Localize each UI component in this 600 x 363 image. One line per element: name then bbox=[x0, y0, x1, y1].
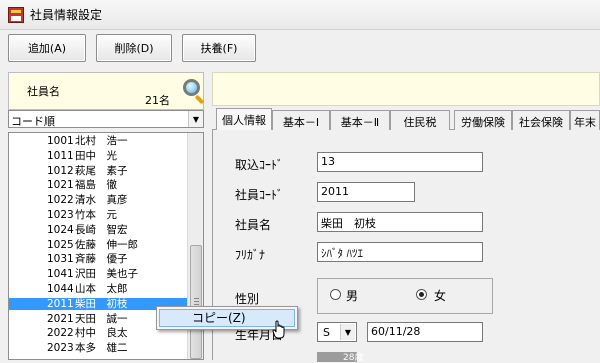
import-code-label: 取込ｺｰﾄﾞ bbox=[235, 158, 284, 172]
tab-year-end[interactable]: 年末 bbox=[570, 110, 600, 130]
employee-code-label: 社員ｺｰﾄﾞ bbox=[235, 188, 284, 202]
import-code-field[interactable]: 13 bbox=[317, 152, 483, 172]
employee-code: 1022 bbox=[47, 194, 74, 207]
employee-name: 田中 光 bbox=[75, 149, 117, 162]
tab-personal-info[interactable]: 個人情報 bbox=[216, 108, 272, 131]
employee-name: 天田 誠一 bbox=[75, 312, 128, 325]
gender-label: 性別 bbox=[235, 292, 260, 306]
tab-bar: 個人情報 基本－Ⅰ 基本－Ⅱ 住民税 労働保険 社会保険 年末 bbox=[212, 108, 600, 131]
furigana-field[interactable]: ｼﾊﾞﾀ ﾊﾂｴ bbox=[317, 242, 483, 262]
title-bar: 社員情報設定 bbox=[0, 0, 600, 30]
gender-male-radio[interactable] bbox=[330, 289, 341, 300]
delete-button[interactable]: 削除(D) bbox=[96, 34, 172, 62]
employee-name: 北村 浩一 bbox=[75, 135, 128, 147]
employee-code-field[interactable]: 2011 bbox=[317, 182, 415, 202]
employee-name: 萩尾 素子 bbox=[75, 164, 128, 177]
chevron-down-icon[interactable]: ▼ bbox=[188, 111, 203, 127]
employee-list-row[interactable]: 1023 竹本 元 bbox=[9, 209, 189, 221]
birth-era-value: S bbox=[323, 326, 330, 339]
employee-list-row[interactable]: 1011 田中 光 bbox=[9, 150, 189, 162]
employee-name-label: 社員名 bbox=[235, 218, 272, 232]
sort-order-select[interactable]: コード順 ▼ bbox=[8, 110, 204, 128]
furigana-label: ﾌﾘｶﾞﾅ bbox=[235, 248, 266, 262]
employee-name: 山本 太郎 bbox=[75, 283, 128, 295]
employee-list-row[interactable]: 1001 北村 浩一 bbox=[9, 135, 189, 147]
employee-code: 1001 bbox=[47, 135, 74, 147]
gender-female-radio[interactable] bbox=[416, 289, 427, 300]
employee-info-strip bbox=[212, 72, 600, 106]
employee-code: 1011 bbox=[47, 149, 74, 162]
dependent-button[interactable]: 扶養(F) bbox=[182, 34, 256, 62]
employee-code: 1021 bbox=[47, 179, 74, 192]
employee-code: 1031 bbox=[47, 253, 74, 266]
employee-code: 1025 bbox=[47, 238, 74, 251]
tab-social-insurance[interactable]: 社会保険 bbox=[512, 110, 570, 130]
employee-code: 1012 bbox=[47, 164, 74, 177]
employee-list-row[interactable]: 1021 福島 徹 bbox=[9, 179, 189, 191]
employee-name: 柴田 初枝 bbox=[75, 297, 128, 310]
toolbar: 追加(A) 削除(D) 扶養(F) bbox=[0, 30, 600, 68]
search-button[interactable] bbox=[179, 76, 207, 106]
employee-list-row[interactable]: 1041 沢田 美也子 bbox=[9, 268, 189, 280]
employee-code: 2011 bbox=[47, 297, 74, 310]
employee-name: 福島 徹 bbox=[75, 179, 117, 192]
gender-male-label: 男 bbox=[346, 289, 359, 303]
gender-radio-group: 男 女 bbox=[317, 278, 493, 314]
employee-name: 村中 良太 bbox=[75, 327, 128, 340]
tab-basic-2[interactable]: 基本－Ⅱ bbox=[330, 110, 390, 130]
employee-code: 1023 bbox=[47, 209, 74, 221]
tab-basic-1[interactable]: 基本－Ⅰ bbox=[272, 110, 330, 130]
birth-date-field[interactable]: 60/11/28 bbox=[367, 322, 483, 342]
app-icon bbox=[8, 6, 24, 23]
window-title: 社員情報設定 bbox=[30, 8, 103, 22]
employee-list-row[interactable]: 1022 清水 真彦 bbox=[9, 194, 189, 206]
employee-name: 長崎 智宏 bbox=[75, 223, 128, 236]
employee-list-header: 社員名 21名 bbox=[8, 72, 207, 110]
employee-code: 1024 bbox=[47, 223, 74, 236]
tab-labor-insurance[interactable]: 労働保険 bbox=[454, 110, 512, 130]
sort-order-value: コード順 bbox=[11, 115, 55, 128]
scrollbar-thumb[interactable] bbox=[190, 245, 202, 359]
employee-list-row[interactable]: 1012 萩尾 素子 bbox=[9, 165, 189, 177]
employee-list-row[interactable]: 2023 本多 雄二 bbox=[9, 342, 189, 354]
employee-code: 1041 bbox=[47, 268, 74, 281]
employee-name: 本多 雄二 bbox=[75, 342, 128, 355]
employee-code: 1044 bbox=[47, 283, 74, 295]
chevron-down-icon[interactable]: ▼ bbox=[340, 324, 355, 340]
employee-name: 沢田 美也子 bbox=[75, 268, 138, 281]
age-value: 28歳 bbox=[343, 353, 364, 363]
employee-list-row[interactable]: 1025 佐藤 伸一郎 bbox=[9, 239, 189, 251]
employee-code: 2022 bbox=[47, 327, 74, 340]
employee-name: 竹本 元 bbox=[75, 209, 117, 221]
employee-list-row[interactable]: 1024 長崎 智宏 bbox=[9, 224, 189, 236]
employee-code: 2023 bbox=[47, 342, 74, 355]
add-button[interactable]: 追加(A) bbox=[8, 34, 86, 62]
employee-name-field[interactable]: 柴田 初枝 bbox=[317, 212, 483, 232]
tab-resident-tax[interactable]: 住民税 bbox=[390, 110, 450, 130]
employee-list-row[interactable]: 1031 斉藤 優子 bbox=[9, 253, 189, 265]
employee-name-header: 社員名 bbox=[27, 85, 60, 98]
gender-female-label: 女 bbox=[434, 289, 447, 303]
search-icon bbox=[183, 79, 200, 96]
employee-name: 佐藤 伸一郎 bbox=[75, 238, 138, 251]
employee-name: 斉藤 優子 bbox=[75, 253, 128, 266]
employee-name: 清水 真彦 bbox=[75, 194, 128, 207]
mouse-cursor-icon bbox=[272, 320, 285, 339]
employee-list-row[interactable]: 1044 山本 太郎 bbox=[9, 283, 189, 295]
birth-era-select[interactable]: S ▼ bbox=[317, 322, 357, 342]
employee-code: 2021 bbox=[47, 312, 74, 325]
employee-count: 21名 bbox=[145, 94, 170, 107]
